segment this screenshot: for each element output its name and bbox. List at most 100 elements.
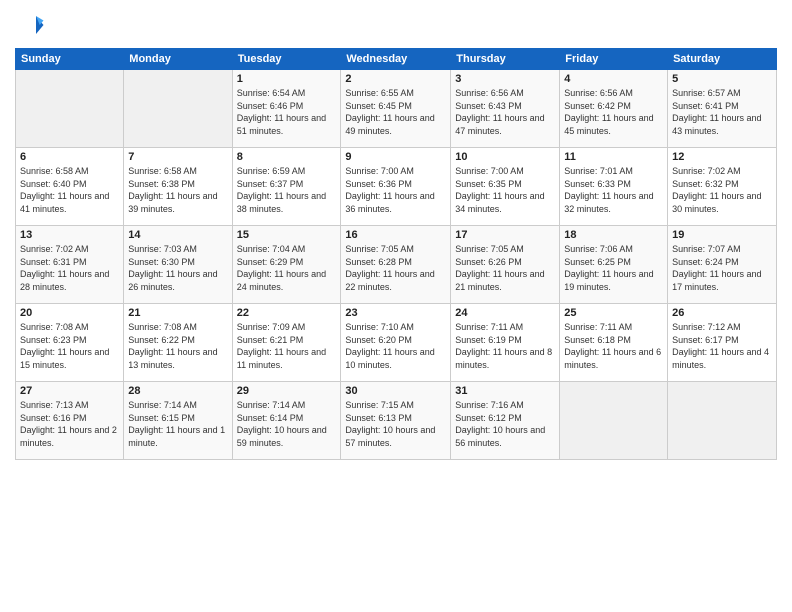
calendar-cell: 27 Sunrise: 7:13 AMSunset: 6:16 PMDayligh… — [16, 382, 124, 460]
day-info: Sunrise: 7:02 AMSunset: 6:32 PMDaylight:… — [672, 165, 772, 215]
day-info: Sunrise: 7:07 AMSunset: 6:24 PMDaylight:… — [672, 243, 772, 293]
day-info: Sunrise: 6:56 AMSunset: 6:43 PMDaylight:… — [455, 87, 555, 137]
calendar-cell: 7Sunrise: 6:58 AMSunset: 6:38 PMDaylight… — [124, 148, 232, 226]
calendar-cell: 22Sunrise: 7:09 AMSunset: 6:21 PMDayligh… — [232, 304, 341, 382]
day-info: Sunrise: 7:05 AMSunset: 6:26 PMDaylight:… — [455, 243, 555, 293]
day-info: Sunrise: 7:05 AMSunset: 6:28 PMDaylight:… — [345, 243, 446, 293]
day-number: 24 — [455, 307, 555, 319]
calendar-week-row: 20 Sunrise: 7:08 AMSunset: 6:23 PMDayligh… — [16, 304, 777, 382]
logo-icon — [15, 10, 45, 40]
calendar-table: SundayMondayTuesdayWednesdayThursdayFrid… — [15, 48, 777, 460]
day-number: 6 — [20, 151, 119, 163]
calendar-week-row: 27 Sunrise: 7:13 AMSunset: 6:16 PMDayligh… — [16, 382, 777, 460]
day-number: 8 — [237, 151, 337, 163]
day-number: 4 — [564, 73, 663, 85]
day-info: Sunrise: 6:56 AMSunset: 6:42 PMDaylight:… — [564, 87, 663, 137]
day-number: 28 — [128, 385, 227, 397]
day-number: 3 — [455, 73, 555, 85]
calendar-cell: 17 Sunrise: 7:05 AMSunset: 6:26 PMDayligh… — [451, 226, 560, 304]
calendar-cell — [124, 70, 232, 148]
day-info: Sunrise: 7:02 AMSunset: 6:31 PMDaylight:… — [20, 243, 119, 293]
calendar-cell — [668, 382, 777, 460]
day-info: Sunrise: 7:10 AMSunset: 6:20 PMDaylight:… — [345, 321, 446, 371]
calendar-day-header: Tuesday — [232, 49, 341, 70]
calendar-header-row: SundayMondayTuesdayWednesdayThursdayFrid… — [16, 49, 777, 70]
calendar-cell: 9 Sunrise: 7:00 AMSunset: 6:36 PMDaylight… — [341, 148, 451, 226]
calendar-day-header: Friday — [560, 49, 668, 70]
calendar-cell: 30 Sunrise: 7:15 AMSunset: 6:13 PMDayligh… — [341, 382, 451, 460]
day-number: 12 — [672, 151, 772, 163]
day-info: Sunrise: 7:03 AMSunset: 6:30 PMDaylight:… — [128, 243, 227, 293]
calendar-cell: 28 Sunrise: 7:14 AMSunset: 6:15 PMDayligh… — [124, 382, 232, 460]
day-number: 5 — [672, 73, 772, 85]
calendar-cell: 5 Sunrise: 6:57 AMSunset: 6:41 PMDaylight… — [668, 70, 777, 148]
day-info: Sunrise: 6:55 AMSunset: 6:45 PMDaylight:… — [345, 87, 446, 137]
day-number: 11 — [564, 151, 663, 163]
calendar-week-row: 13 Sunrise: 7:02 AMSunset: 6:31 PMDayligh… — [16, 226, 777, 304]
day-info: Sunrise: 6:58 AMSunset: 6:38 PMDaylight:… — [128, 165, 227, 215]
day-number: 25 — [564, 307, 663, 319]
calendar-day-header: Wednesday — [341, 49, 451, 70]
day-number: 16 — [345, 229, 446, 241]
day-number: 23 — [345, 307, 446, 319]
logo — [15, 10, 49, 40]
calendar-cell — [560, 382, 668, 460]
day-number: 30 — [345, 385, 446, 397]
calendar-cell — [16, 70, 124, 148]
day-number: 31 — [455, 385, 555, 397]
day-info: Sunrise: 7:00 AMSunset: 6:35 PMDaylight:… — [455, 165, 555, 215]
day-number: 9 — [345, 151, 446, 163]
day-info: Sunrise: 7:01 AMSunset: 6:33 PMDaylight:… — [564, 165, 663, 215]
day-info: Sunrise: 7:12 AMSunset: 6:17 PMDaylight:… — [672, 321, 772, 371]
day-info: Sunrise: 6:57 AMSunset: 6:41 PMDaylight:… — [672, 87, 772, 137]
day-number: 19 — [672, 229, 772, 241]
day-number: 2 — [345, 73, 446, 85]
calendar-cell: 6Sunrise: 6:58 AMSunset: 6:40 PMDaylight… — [16, 148, 124, 226]
day-info: Sunrise: 6:54 AMSunset: 6:46 PMDaylight:… — [237, 87, 337, 137]
day-info: Sunrise: 7:11 AMSunset: 6:18 PMDaylight:… — [564, 321, 663, 371]
day-info: Sunrise: 7:14 AMSunset: 6:14 PMDaylight:… — [237, 399, 337, 449]
day-number: 14 — [128, 229, 227, 241]
calendar-day-header: Monday — [124, 49, 232, 70]
day-number: 27 — [20, 385, 119, 397]
day-number: 18 — [564, 229, 663, 241]
calendar-cell: 8 Sunrise: 6:59 AMSunset: 6:37 PMDaylight… — [232, 148, 341, 226]
day-number: 10 — [455, 151, 555, 163]
day-info: Sunrise: 7:14 AMSunset: 6:15 PMDaylight:… — [128, 399, 227, 449]
calendar-cell: 18 Sunrise: 7:06 AMSunset: 6:25 PMDayligh… — [560, 226, 668, 304]
day-info: Sunrise: 6:59 AMSunset: 6:37 PMDaylight:… — [237, 165, 337, 215]
day-number: 13 — [20, 229, 119, 241]
day-number: 20 — [20, 307, 119, 319]
day-info: Sunrise: 7:16 AMSunset: 6:12 PMDaylight:… — [455, 399, 555, 449]
day-info: Sunrise: 7:08 AMSunset: 6:22 PMDaylight:… — [128, 321, 227, 371]
calendar-cell: 20 Sunrise: 7:08 AMSunset: 6:23 PMDayligh… — [16, 304, 124, 382]
day-info: Sunrise: 7:08 AMSunset: 6:23 PMDaylight:… — [20, 321, 119, 371]
day-info: Sunrise: 7:09 AMSunset: 6:21 PMDaylight:… — [237, 321, 337, 371]
day-info: Sunrise: 7:11 AMSunset: 6:19 PMDaylight:… — [455, 321, 555, 371]
calendar-cell: 23 Sunrise: 7:10 AMSunset: 6:20 PMDayligh… — [341, 304, 451, 382]
calendar-cell: 21Sunrise: 7:08 AMSunset: 6:22 PMDayligh… — [124, 304, 232, 382]
calendar-cell: 29Sunrise: 7:14 AMSunset: 6:14 PMDayligh… — [232, 382, 341, 460]
calendar-cell: 2 Sunrise: 6:55 AMSunset: 6:45 PMDaylight… — [341, 70, 451, 148]
calendar-cell: 12 Sunrise: 7:02 AMSunset: 6:32 PMDayligh… — [668, 148, 777, 226]
calendar-cell: 13 Sunrise: 7:02 AMSunset: 6:31 PMDayligh… — [16, 226, 124, 304]
calendar-cell: 4 Sunrise: 6:56 AMSunset: 6:42 PMDaylight… — [560, 70, 668, 148]
calendar-cell: 31 Sunrise: 7:16 AMSunset: 6:12 PMDayligh… — [451, 382, 560, 460]
calendar-cell: 24 Sunrise: 7:11 AMSunset: 6:19 PMDayligh… — [451, 304, 560, 382]
day-number: 1 — [237, 73, 337, 85]
day-number: 15 — [237, 229, 337, 241]
day-info: Sunrise: 7:06 AMSunset: 6:25 PMDaylight:… — [564, 243, 663, 293]
day-info: Sunrise: 7:04 AMSunset: 6:29 PMDaylight:… — [237, 243, 337, 293]
calendar-week-row: 6Sunrise: 6:58 AMSunset: 6:40 PMDaylight… — [16, 148, 777, 226]
calendar-cell: 26 Sunrise: 7:12 AMSunset: 6:17 PMDayligh… — [668, 304, 777, 382]
day-info: Sunrise: 7:15 AMSunset: 6:13 PMDaylight:… — [345, 399, 446, 449]
day-info: Sunrise: 7:13 AMSunset: 6:16 PMDaylight:… — [20, 399, 119, 449]
day-number: 26 — [672, 307, 772, 319]
calendar-cell: 15 Sunrise: 7:04 AMSunset: 6:29 PMDayligh… — [232, 226, 341, 304]
day-number: 17 — [455, 229, 555, 241]
calendar-cell: 1 Sunrise: 6:54 AMSunset: 6:46 PMDaylight… — [232, 70, 341, 148]
day-info: Sunrise: 7:00 AMSunset: 6:36 PMDaylight:… — [345, 165, 446, 215]
calendar-cell: 16 Sunrise: 7:05 AMSunset: 6:28 PMDayligh… — [341, 226, 451, 304]
calendar-cell: 11 Sunrise: 7:01 AMSunset: 6:33 PMDayligh… — [560, 148, 668, 226]
calendar-cell: 19 Sunrise: 7:07 AMSunset: 6:24 PMDayligh… — [668, 226, 777, 304]
